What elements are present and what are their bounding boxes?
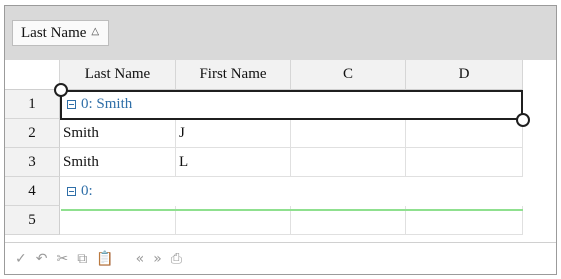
- row-number[interactable]: 3: [5, 148, 60, 177]
- group-chip-label: Last Name: [21, 24, 87, 41]
- row-number[interactable]: 2: [5, 119, 60, 148]
- bottom-toolbar: ✓ ↶ ✂ ⧉ 📋 « » ⎙: [5, 242, 556, 274]
- prev-icon[interactable]: «: [136, 252, 145, 266]
- group-row[interactable]: 4 0:: [5, 177, 556, 206]
- row-number[interactable]: 5: [5, 206, 60, 235]
- cell-c[interactable]: [291, 119, 406, 148]
- copy-icon[interactable]: ⧉: [77, 252, 87, 266]
- group-by-chip-last-name[interactable]: Last Name △: [12, 20, 110, 46]
- paste-icon[interactable]: 📋: [96, 252, 113, 266]
- group-row[interactable]: 1 0: Smith: [5, 90, 556, 119]
- collapse-icon[interactable]: [67, 187, 76, 196]
- column-header-d[interactable]: D: [406, 60, 523, 90]
- collapse-icon[interactable]: [67, 100, 76, 109]
- check-icon[interactable]: ✓: [15, 252, 27, 266]
- triangle-up-icon[interactable]: △: [91, 26, 99, 37]
- column-header-last-name[interactable]: Last Name: [60, 60, 176, 90]
- next-icon[interactable]: »: [153, 252, 162, 266]
- column-header-c[interactable]: C: [291, 60, 406, 90]
- header-row: Last Name First Name C D: [5, 60, 556, 90]
- grid-frame: Last Name △ Last Name First Name C D 1 0…: [4, 5, 557, 275]
- print-icon[interactable]: ⎙: [171, 252, 182, 266]
- group-label[interactable]: 0:: [67, 177, 93, 206]
- cell-first-name[interactable]: L: [176, 148, 291, 177]
- cell-c[interactable]: [291, 148, 406, 177]
- row-number[interactable]: 1: [5, 90, 60, 119]
- cell-d[interactable]: [406, 148, 523, 177]
- undo-icon[interactable]: ↶: [36, 252, 48, 266]
- cell-d[interactable]: [406, 119, 523, 148]
- cell-last-name[interactable]: Smith: [60, 148, 176, 177]
- group-label-text: 0: Smith: [81, 96, 133, 112]
- group-by-panel: Last Name △: [5, 6, 556, 60]
- table-row[interactable]: 2 Smith J: [5, 119, 556, 148]
- cell-first-name[interactable]: J: [176, 119, 291, 148]
- group-label[interactable]: 0: Smith: [67, 90, 132, 119]
- table-row[interactable]: 3 Smith L: [5, 148, 556, 177]
- cut-icon[interactable]: ✂: [56, 252, 68, 266]
- cell-last-name[interactable]: Smith: [60, 119, 176, 148]
- select-all-corner[interactable]: [5, 60, 60, 90]
- group-label-text: 0:: [81, 183, 93, 199]
- new-row-indicator: [61, 209, 523, 211]
- column-header-first-name[interactable]: First Name: [176, 60, 291, 90]
- row-number[interactable]: 4: [5, 177, 60, 206]
